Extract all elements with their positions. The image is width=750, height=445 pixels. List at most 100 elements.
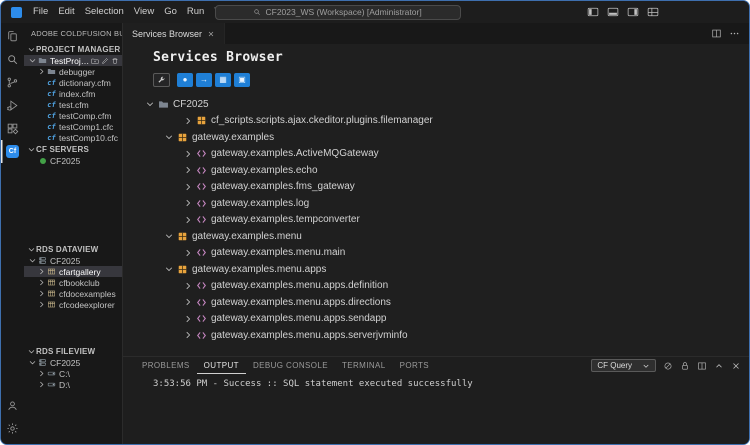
tree-item-cf-scripts-scripts-ajax-ckeditor-plugins-filemanager[interactable]: cf_scripts.scripts.ajax.ckeditor.plugins… [123, 113, 749, 130]
split-editor-icon[interactable] [711, 28, 722, 39]
chevron-down-icon[interactable] [164, 132, 175, 142]
chevron-right-icon[interactable] [183, 281, 194, 291]
sidebar-item-cfdocexamples[interactable]: cfdocexamples [24, 288, 122, 299]
sidebar-item-cfartgallery[interactable]: cfartgallery [24, 266, 122, 277]
chevron-right-icon[interactable] [37, 267, 46, 276]
activity-extensions[interactable] [1, 117, 24, 140]
settings-wrench-button[interactable] [153, 73, 170, 87]
tree-item-gateway-examples-menu-apps-sendapp[interactable]: gateway.examples.menu.apps.sendapp [123, 311, 749, 328]
tree-item-gateway-examples-menu-apps[interactable]: gateway.examples.menu.apps [123, 261, 749, 278]
tree-item-gateway-examples-menu-main[interactable]: gateway.examples.menu.main [123, 245, 749, 262]
sidebar-item-cfcodeexplorer[interactable]: cfcodeexplorer [24, 299, 122, 310]
clear-output-icon[interactable] [663, 361, 673, 371]
tree-item-gateway-examples-echo[interactable]: gateway.examples.echo [123, 162, 749, 179]
menu-view[interactable]: View [129, 1, 159, 23]
sidebar-item-cf2025[interactable]: CF2025 [24, 155, 122, 166]
tree-item-gateway-examples-fms-gateway[interactable]: gateway.examples.fms_gateway [123, 179, 749, 196]
panel-tab-output[interactable]: OUTPUT [197, 357, 246, 374]
chevron-right-icon[interactable] [183, 182, 194, 192]
invoke-button[interactable]: → [196, 73, 212, 87]
menu-file[interactable]: File [28, 1, 53, 23]
sidebar-item-testcomp10-cfc[interactable]: cftestComp10.cfc [24, 132, 122, 143]
tree-item-gateway-examples-tempconverter[interactable]: gateway.examples.tempconverter [123, 212, 749, 229]
tree-item-cf2025[interactable]: CF2025 [123, 96, 749, 113]
edit-icon[interactable] [101, 57, 109, 65]
toggle-secondary-sidebar-icon[interactable] [627, 6, 639, 18]
chevron-right-icon[interactable] [183, 198, 194, 208]
sidebar-item-cf2025[interactable]: CF2025 [24, 357, 122, 368]
chevron-down-icon[interactable] [164, 264, 175, 274]
output-channel-select[interactable]: CF Query [591, 359, 656, 372]
chevron-down-icon[interactable] [28, 256, 37, 265]
chevron-right-icon[interactable] [37, 289, 46, 298]
services-button[interactable]: ● [177, 73, 193, 87]
chevron-right-icon[interactable] [183, 149, 194, 159]
activity-account[interactable] [1, 394, 24, 417]
activity-explorer[interactable] [1, 25, 24, 48]
chevron-right-icon[interactable] [183, 330, 194, 340]
sidebar-item-cf2025[interactable]: CF2025 [24, 255, 122, 266]
menu-edit[interactable]: Edit [53, 1, 79, 23]
activity-source-control[interactable] [1, 71, 24, 94]
panel-tab-ports[interactable]: PORTS [393, 357, 436, 374]
sidebar-item-c[interactable]: C:\ [24, 368, 122, 379]
chevron-right-icon[interactable] [183, 165, 194, 175]
grid-view-button[interactable]: ▦ [215, 73, 231, 87]
chevron-right-icon[interactable] [37, 369, 46, 378]
sidebar-item-d[interactable]: D:\ [24, 379, 122, 390]
menu-run[interactable]: Run [182, 1, 209, 23]
chevron-down-icon[interactable] [28, 56, 37, 65]
panel-tab-debug-console[interactable]: DEBUG CONSOLE [246, 357, 335, 374]
tree-item-gateway-examples-menu[interactable]: gateway.examples.menu [123, 228, 749, 245]
section-header-rds-dataview[interactable]: RDS DATAVIEW [24, 243, 122, 255]
activity-coldfusion[interactable]: Cf [1, 140, 24, 163]
chevron-right-icon[interactable] [183, 248, 194, 258]
tree-item-gateway-examples-menu-apps-serverjvminfo[interactable]: gateway.examples.menu.apps.serverjvminfo [123, 327, 749, 344]
tree-item-gateway-examples[interactable]: gateway.examples [123, 129, 749, 146]
tree-item-gateway-examples-log[interactable]: gateway.examples.log [123, 195, 749, 212]
sidebar-item-testcomp-cfm[interactable]: cftestComp.cfm [24, 110, 122, 121]
chevron-down-icon[interactable] [145, 99, 156, 109]
chevron-right-icon[interactable] [183, 297, 194, 307]
delete-icon[interactable] [111, 57, 119, 65]
tree-item-gateway-examples-activemqgateway[interactable]: gateway.examples.ActiveMQGateway [123, 146, 749, 163]
chevron-right-icon[interactable] [183, 116, 194, 126]
more-actions-icon[interactable] [729, 28, 740, 39]
split-panel-icon[interactable] [697, 361, 707, 371]
toggle-panel-icon[interactable] [607, 6, 619, 18]
section-header-project-manager[interactable]: PROJECT MANAGER [24, 43, 122, 55]
sidebar-item-dictionary-cfm[interactable]: cfdictionary.cfm [24, 77, 122, 88]
tab-services-browser[interactable]: Services Browser [123, 23, 225, 44]
panel-tab-problems[interactable]: PROBLEMS [135, 357, 197, 374]
sidebar-item-test-cfm[interactable]: cftest.cfm [24, 99, 122, 110]
close-panel-icon[interactable] [731, 361, 741, 371]
activity-run-and-debug[interactable] [1, 94, 24, 117]
new-folder-icon[interactable] [91, 57, 99, 65]
chevron-right-icon[interactable] [183, 314, 194, 324]
chevron-down-icon[interactable] [28, 358, 37, 367]
chevron-down-icon[interactable] [164, 231, 175, 241]
tree-item-gateway-examples-menu-apps-definition[interactable]: gateway.examples.menu.apps.definition [123, 278, 749, 295]
sidebar-item-testcomp1-cfc[interactable]: cftestComp1.cfc [24, 121, 122, 132]
sidebar-item-debugger[interactable]: debugger [24, 66, 122, 77]
sidebar-item-index-cfm[interactable]: cfindex.cfm [24, 88, 122, 99]
command-center-search[interactable]: CF2023_WS (Workspace) [Administrator] [215, 5, 461, 20]
sidebar-item-testproject[interactable]: TestProject [24, 55, 122, 66]
chevron-right-icon[interactable] [37, 380, 46, 389]
chevron-right-icon[interactable] [183, 215, 194, 225]
chevron-right-icon[interactable] [37, 67, 46, 76]
menu-selection[interactable]: Selection [80, 1, 129, 23]
panel-tab-terminal[interactable]: TERMINAL [335, 357, 393, 374]
section-header-cf-servers[interactable]: CF SERVERS [24, 143, 122, 155]
section-header-rds-fileview[interactable]: RDS FILEVIEW [24, 345, 122, 357]
toggle-primary-sidebar-icon[interactable] [587, 6, 599, 18]
activity-search[interactable] [1, 48, 24, 71]
lock-scroll-icon[interactable] [680, 361, 690, 371]
activity-settings[interactable] [1, 417, 24, 440]
customize-layout-icon[interactable] [647, 6, 659, 18]
tree-item-gateway-examples-menu-apps-directions[interactable]: gateway.examples.menu.apps.directions [123, 294, 749, 311]
maximize-panel-icon[interactable] [714, 361, 724, 371]
chevron-right-icon[interactable] [37, 278, 46, 287]
sidebar-item-cfbookclub[interactable]: cfbookclub [24, 277, 122, 288]
menu-go[interactable]: Go [159, 1, 182, 23]
